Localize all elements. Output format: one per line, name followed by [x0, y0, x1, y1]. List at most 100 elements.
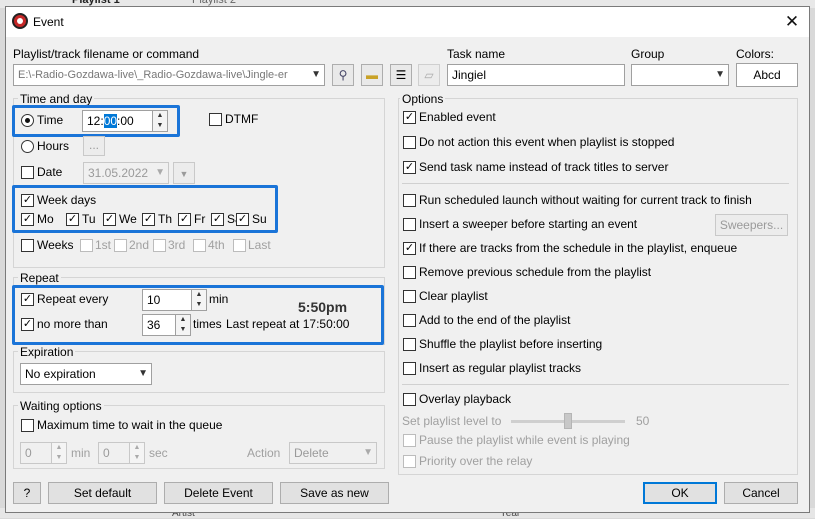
action-value: Delete	[294, 446, 329, 460]
day-checkbox-tu[interactable]: ✓	[66, 213, 79, 226]
repeat-every-spinner[interactable]: ▲ ▼	[191, 289, 207, 311]
option-enabled-label: Enabled event	[419, 110, 496, 124]
option-priority-checkbox[interactable]	[403, 455, 416, 468]
chevron-down-icon: ▼	[179, 169, 189, 179]
option-insert-regular-label: Insert as regular playlist tracks	[419, 361, 582, 375]
weeks-checkbox-3[interactable]	[153, 239, 166, 252]
option-enabled-checkbox[interactable]: ✓	[403, 111, 416, 124]
day-checkbox-mo[interactable]: ✓	[21, 213, 34, 226]
weeks-label-5: Last	[248, 238, 271, 252]
time-radio[interactable]	[21, 114, 34, 127]
weeks-checkbox-2[interactable]	[114, 239, 127, 252]
option-remove-previous-checkbox[interactable]	[403, 266, 416, 279]
option-clear-playlist-label: Clear playlist	[419, 289, 488, 303]
chevron-down-icon: ▼	[715, 69, 725, 80]
weeks-checkbox-4[interactable]	[193, 239, 206, 252]
option-run-scheduled-label: Run scheduled launch without waiting for…	[419, 193, 752, 207]
option-pause-playlist-label: Pause the playlist while event is playin…	[419, 433, 630, 447]
set-level-slider-thumb[interactable]	[564, 413, 572, 429]
weeks-label: Weeks	[37, 238, 74, 252]
group-combo[interactable]: ▼	[631, 64, 729, 86]
note-icon: ▱	[424, 68, 434, 82]
action-combo[interactable]: Delete ▼	[289, 442, 377, 464]
option-shuffle-label: Shuffle the playlist before inserting	[419, 337, 603, 351]
expiration-combo[interactable]: No expiration ▼	[20, 363, 152, 385]
task-name-input[interactable]: Jingiel	[447, 64, 625, 86]
option-add-end-label: Add to the end of the playlist	[419, 313, 571, 327]
delete-event-button[interactable]: Delete Event	[164, 482, 273, 504]
option-pause-playlist-checkbox[interactable]	[403, 434, 416, 447]
day-checkbox-fr[interactable]: ✓	[178, 213, 191, 226]
chevron-down-icon: ▼	[138, 368, 148, 379]
day-checkbox-we[interactable]: ✓	[103, 213, 116, 226]
option-insert-sweeper-label: Insert a sweeper before starting an even…	[419, 217, 638, 231]
chevron-down-icon: ▼	[155, 167, 165, 178]
set-level-value: 50	[636, 414, 650, 428]
day-label-su: Su	[252, 212, 267, 226]
wait-sec-spinner[interactable]: ▲ ▼	[129, 442, 145, 464]
max-wait-checkbox[interactable]	[21, 419, 34, 432]
command-combo[interactable]: E:\-Radio-Gozdawa-live\_Radio-Gozdawa-li…	[13, 64, 325, 86]
day-checkbox-th[interactable]: ✓	[142, 213, 155, 226]
no-more-than-checkbox[interactable]: ✓	[21, 318, 34, 331]
close-icon[interactable]: ✕	[778, 9, 806, 35]
no-more-than-spinner[interactable]: ▲ ▼	[175, 314, 191, 336]
waiting-title: Waiting options	[18, 399, 104, 413]
option-add-end-checkbox[interactable]	[403, 314, 416, 327]
chevron-down-icon: ▼	[311, 69, 321, 80]
option-enqueue-checkbox[interactable]: ✓	[403, 242, 416, 255]
week-days-checkbox[interactable]: ✓	[21, 194, 34, 207]
colors-sample[interactable]: Abcd	[736, 63, 798, 87]
weeks-checkbox-5[interactable]	[233, 239, 246, 252]
hours-radio[interactable]	[21, 140, 34, 153]
repeat-every-checkbox[interactable]: ✓	[21, 293, 34, 306]
repeat-title: Repeat	[18, 271, 61, 285]
set-default-button[interactable]: Set default	[48, 482, 157, 504]
date-checkbox[interactable]	[21, 166, 34, 179]
option-enqueue-label: If there are tracks from the schedule in…	[419, 241, 738, 255]
list-button[interactable]: ☰	[390, 64, 412, 86]
no-more-than-input[interactable]: 36	[142, 314, 176, 336]
edit-wand-button[interactable]: ⚲	[332, 64, 354, 86]
weeks-checkbox[interactable]	[21, 239, 34, 252]
day-label-fr: Fr	[194, 212, 206, 226]
date-picker[interactable]: 31.05.2022 ▼	[83, 162, 169, 184]
no-more-than-value: 36	[147, 318, 161, 332]
option-clear-playlist-checkbox[interactable]	[403, 290, 416, 303]
option-shuffle-checkbox[interactable]	[403, 338, 416, 351]
option-send-task-name-checkbox[interactable]: ✓	[403, 161, 416, 174]
date-value: 31.05.2022	[88, 166, 149, 180]
wand-icon: ⚲	[338, 68, 348, 82]
dtmf-checkbox[interactable]	[209, 113, 222, 126]
day-checkbox-sa[interactable]: ✓	[211, 213, 224, 226]
option-no-action-stopped-checkbox[interactable]	[403, 136, 416, 149]
repeat-every-input[interactable]: 10	[142, 289, 192, 311]
max-wait-label: Maximum time to wait in the queue	[37, 418, 223, 432]
help-button[interactable]: ?	[13, 482, 41, 504]
ok-button[interactable]: OK	[643, 482, 717, 504]
option-insert-regular-checkbox[interactable]	[403, 362, 416, 375]
wait-sec-input[interactable]: 0	[98, 442, 130, 464]
day-checkbox-su[interactable]: ✓	[236, 213, 249, 226]
sweepers-button[interactable]: Sweepers...	[715, 214, 788, 236]
wait-min-spinner[interactable]: ▲ ▼	[51, 442, 67, 464]
task-name-label: Task name	[447, 47, 506, 61]
option-run-scheduled-checkbox[interactable]	[403, 194, 416, 207]
wait-sec-value: 0	[103, 446, 110, 460]
save-as-new-button[interactable]: Save as new	[280, 482, 389, 504]
time-spinner[interactable]: ▲ ▼	[152, 110, 168, 132]
cancel-button[interactable]: Cancel	[724, 482, 798, 504]
open-folder-button[interactable]: ▬	[361, 64, 383, 86]
folder-icon: ▬	[366, 68, 378, 82]
time-hours: 12:	[87, 114, 104, 128]
date-dropdown-button[interactable]: ▼	[173, 162, 195, 184]
hours-button[interactable]: ...	[83, 136, 105, 156]
group-label: Group	[631, 47, 665, 61]
option-overlay-label: Overlay playback	[419, 392, 512, 406]
weeks-checkbox-1[interactable]	[80, 239, 93, 252]
option-overlay-checkbox[interactable]	[403, 393, 416, 406]
wait-min-input[interactable]: 0	[20, 442, 52, 464]
window-title: Event	[33, 15, 64, 29]
note-button[interactable]: ▱	[418, 64, 440, 86]
option-insert-sweeper-checkbox[interactable]	[403, 218, 416, 231]
